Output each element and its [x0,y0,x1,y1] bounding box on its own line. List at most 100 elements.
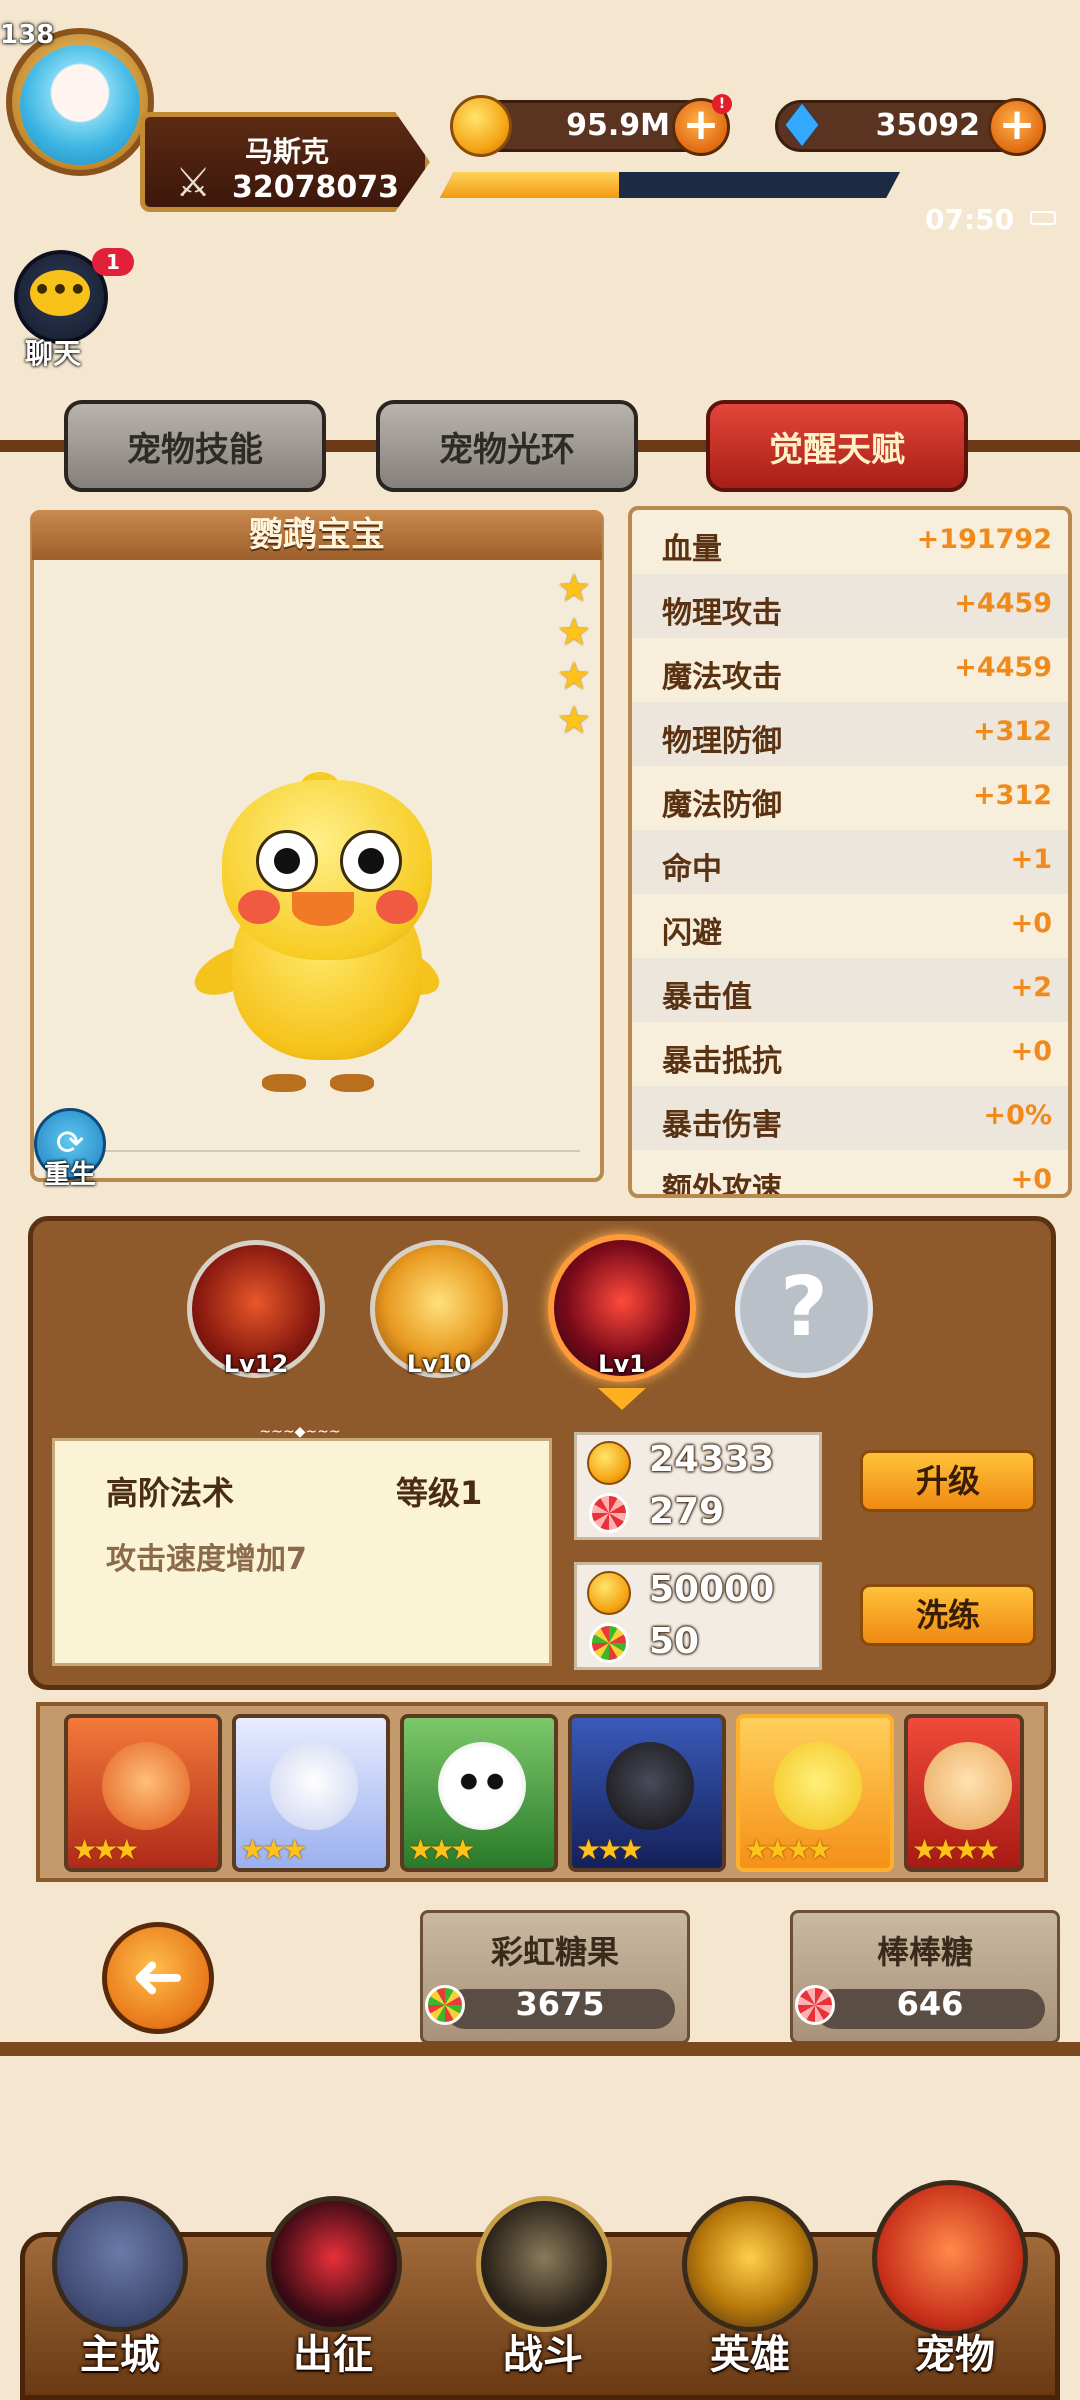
rainbow-candy-box: 彩虹糖果 3675 [420,1910,690,2044]
stat-label: 命中 [662,852,722,887]
upgrade-lollipop-cost: 279 [649,1491,725,1532]
stat-row: 物理攻击 +4459 [632,574,1068,638]
battery-icon [1030,211,1056,225]
stat-row: 血量 +191792 [632,510,1068,574]
pet-floor-line [80,1150,580,1152]
lollipop-count: 646 [896,1985,964,2023]
talent-level-label: Lv1 [598,1350,646,1378]
upgrade-button[interactable]: 升级 [860,1450,1036,1512]
player-power: 32078073 [232,170,399,205]
talent-level-label: Lv12 [223,1350,289,1378]
upgrade-gold-cost: 24333 [649,1439,775,1480]
castle-tower-icon[interactable] [52,2196,188,2332]
gold-coin-icon [587,1571,631,1615]
pet-stars: ★★★ [240,1833,307,1866]
stat-value: +2 [1010,972,1052,1003]
nav-hero[interactable]: 英雄 [675,2322,825,2380]
tab-pet-aura[interactable]: 宠物光环 [376,400,638,492]
panda-pet-icon [438,1742,526,1830]
stat-value: +191792 [916,524,1052,555]
rainbow-candy-icon [425,1985,465,2025]
tab-pet-skills[interactable]: 宠物技能 [64,400,326,492]
lollipop-icon [589,1493,629,1533]
wash-gold-cost: 50000 [649,1569,775,1610]
rebirth-label[interactable]: 重生 [44,1154,96,1191]
pet-stars: ★★★ [576,1833,643,1866]
pet-card-black-dragon[interactable]: ★★★ [568,1714,726,1872]
chat-bubble-icon[interactable]: ••• [30,270,90,316]
gold-coin-icon [450,95,512,157]
stat-row: 命中 +1 [632,830,1068,894]
pet-card-panda[interactable]: ★★★ [400,1714,558,1872]
rainbow-candy-label: 彩虹糖果 [490,1933,619,1971]
duck-cheek-right [376,890,418,924]
selection-pointer-icon [598,1388,646,1410]
chat-label: 聊天 [25,337,82,370]
pet-stars: ★★★★ [744,1833,832,1866]
gold-coin-icon [587,1441,631,1485]
talent-level: 等级1 [396,1474,483,1512]
pet-card-yellow-chick-selected[interactable]: ★★★★ [736,1714,894,1872]
battle-shield-icon[interactable] [476,2196,612,2332]
talent-slot-locked[interactable]: ? [735,1240,873,1378]
stats-panel[interactable]: 血量 +191792 物理攻击 +4459 魔法攻击 +4459 物理防御 +312 魔法防御 +… [628,506,1072,1198]
stat-row: 魔法防御 +312 [632,766,1068,830]
nav-main-city[interactable]: 主城 [45,2322,195,2380]
back-button[interactable]: ➜ [102,1922,214,2034]
lollipop-box: 棒棒糖 646 [790,1910,1060,2044]
stat-row: 额外攻速 +0 [632,1150,1068,1198]
pet-card-white-cat[interactable]: ★★★ [232,1714,390,1872]
player-level: 138 [0,20,55,50]
pet-stars: ★★★ [408,1833,475,1866]
star-icon: ★ [556,566,592,610]
duck-cheek-left [238,890,280,924]
chat-unread-badge: 1 [92,248,134,276]
nav-pet[interactable]: 宠物 [880,2322,1030,2380]
ornament-icon: ~~~◆~~~ [259,1424,341,1440]
pet-card-lion-cub[interactable]: ★★★★ [904,1714,1024,1872]
avatar[interactable] [20,45,140,165]
stat-label: 魔法防御 [662,788,782,823]
stat-label: 暴击抵抗 [662,1044,782,1079]
pet-dragon-icon[interactable] [872,2180,1028,2336]
stat-label: 暴击伤害 [662,1108,782,1143]
stat-row: 闪避 +0 [632,894,1068,958]
stat-value: +0 [1010,908,1052,939]
reroll-button[interactable]: 洗练 [860,1584,1036,1646]
lollipop-icon [795,1985,835,2025]
expedition-gem-icon[interactable] [266,2196,402,2332]
lollipop-label: 棒棒糖 [876,1933,973,1971]
duck-pupil-left [274,848,300,874]
white-cat-pet-icon [270,1742,358,1830]
stat-label: 血量 [662,532,722,567]
nav-battle[interactable]: 战斗 [468,2322,618,2380]
gold-amount: 95.9M [566,108,670,143]
talent-name: 高阶法术 [106,1474,235,1512]
stat-value: +4459 [954,588,1052,619]
stat-label: 物理防御 [662,724,782,759]
add-gems-button[interactable]: + [988,98,1046,156]
talent-description: 攻击速度增加7 [106,1542,307,1577]
experience-fill [440,172,620,198]
stat-label: 魔法攻击 [662,660,782,695]
duck-foot-right [330,1074,374,1092]
talent-level-label: Lv10 [406,1350,472,1378]
duck-foot-left [262,1074,306,1092]
player-name: 马斯克 [245,135,330,168]
stat-value: +1 [1010,844,1052,875]
stat-row: 魔法攻击 +4459 [632,638,1068,702]
tab-awaken-talent[interactable]: 觉醒天赋 [706,400,968,492]
stat-row: 暴击值 +2 [632,958,1068,1022]
nav-divider [0,2042,1080,2056]
pet-card-red-dragon[interactable]: ★★★ [64,1714,222,1872]
stat-row: 物理防御 +312 [632,702,1068,766]
stat-label: 额外攻速 [662,1172,782,1198]
stat-value: +312 [973,780,1052,811]
stat-label: 物理攻击 [662,596,782,631]
star-icon: ★ [556,654,592,698]
yellow-chick-pet-icon [774,1742,862,1830]
hero-crown-icon[interactable] [682,2196,818,2332]
stat-row: 暴击抵抗 +0 [632,1022,1068,1086]
gem-amount: 35092 [875,108,980,143]
nav-expedition[interactable]: 出征 [258,2322,408,2380]
